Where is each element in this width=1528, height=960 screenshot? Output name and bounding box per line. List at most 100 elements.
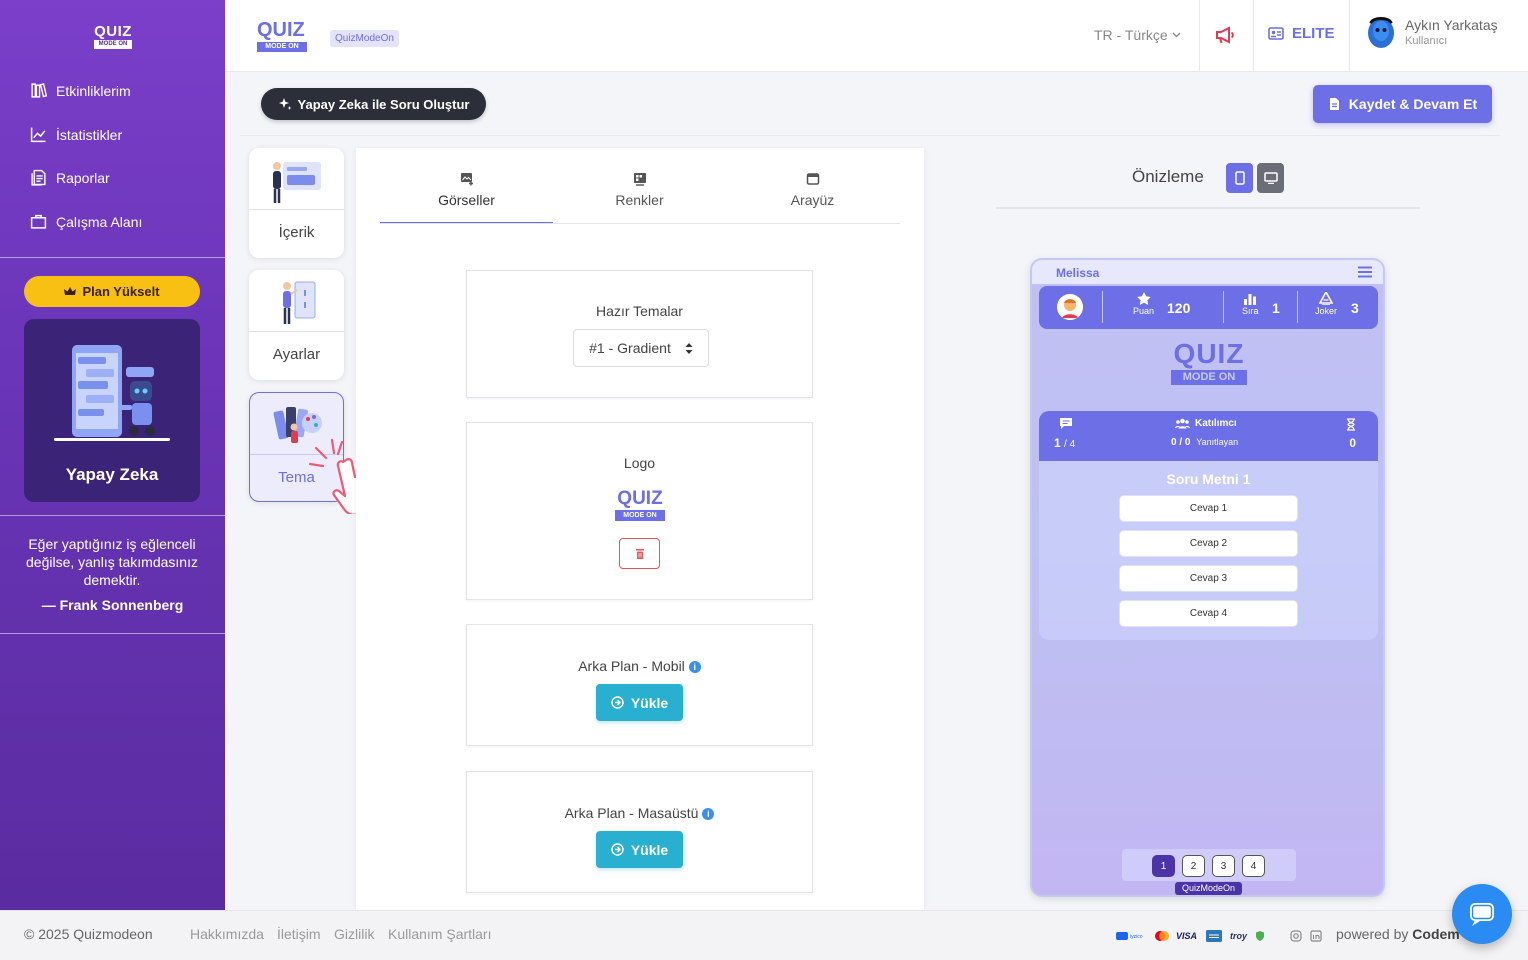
iyzico-label: iyzico	[1130, 934, 1143, 940]
tab-renkler[interactable]: Renkler	[553, 172, 726, 224]
upload-mobile-bg-label: Yükle	[630, 694, 669, 711]
info-icon[interactable]: i	[688, 661, 701, 674]
powered-prefix: powered by	[1336, 926, 1409, 942]
shield-check-icon	[1256, 931, 1264, 941]
plan-upgrade-button[interactable]: Plan Yükselt	[24, 276, 200, 307]
tab-icerik[interactable]: İçerik	[249, 148, 344, 258]
iyzico-payment-icon: iyzico	[1116, 932, 1143, 940]
question-card: 1 / 4 Katılımcı 0 / 0 Yanıtlayan 0 Soru …	[1039, 411, 1378, 640]
content-divider	[240, 135, 1500, 136]
topbar-divider	[1199, 0, 1200, 72]
stats-divider	[1297, 291, 1298, 323]
crown-icon	[64, 286, 77, 295]
desktop-preview-button[interactable]	[1257, 163, 1284, 193]
chat-launcher-button[interactable]	[1452, 884, 1512, 944]
tab-gorseller[interactable]: Görseller	[380, 172, 553, 224]
user-role: Kullanıcı	[1405, 34, 1448, 47]
upload-mobile-bg-button[interactable]: Yükle	[596, 684, 683, 721]
footer-link-hakkimizda[interactable]: Hakkımızda	[190, 926, 264, 942]
theme-select-value: #1 - Gradient	[589, 340, 671, 356]
sidebar-item-etkinliklerim[interactable]: Etkinliklerim	[30, 82, 131, 99]
preview-player-name: Melissa	[1056, 266, 1100, 280]
stats-divider	[1223, 291, 1224, 323]
footer-link-iletisim[interactable]: İletişim	[277, 926, 321, 942]
language-select[interactable]: TR - Türkçe	[1094, 27, 1181, 43]
linkedin-icon[interactable]	[1310, 930, 1322, 942]
logo-mode-on-text: MODE ON	[1171, 370, 1247, 385]
answer-option[interactable]: Cevap 1	[1119, 495, 1298, 522]
page-button[interactable]: 2	[1182, 855, 1205, 877]
message-icon	[1060, 418, 1072, 429]
mobile-icon	[1234, 171, 1245, 185]
sidebar-item-label: Raporlar	[56, 169, 110, 186]
ai-promo-card[interactable]: Yapay Zeka	[24, 319, 200, 502]
mobile-preview-button[interactable]	[1226, 163, 1253, 193]
chat-bubble-icon	[1470, 903, 1494, 926]
bg-mobile-title-row: Arka Plan - Mobil i	[467, 658, 812, 674]
instagram-icon[interactable]	[1290, 930, 1302, 942]
question-current: 1	[1054, 436, 1061, 450]
sidebar-item-istatistikler[interactable]: İstatistikler	[30, 126, 122, 143]
editor-panel: Görseller Renkler Arayüz Hazır Temalar #…	[356, 148, 924, 910]
topbar-logo[interactable]: QUIZ MODE ON	[257, 20, 307, 54]
sidebar-logo[interactable]: QUIZ MODE ON	[94, 24, 132, 50]
upload-circle-icon	[611, 696, 624, 709]
save-continue-button[interactable]: Kaydet & Devam Et	[1313, 85, 1492, 123]
powered-brand[interactable]: Codem	[1412, 926, 1459, 942]
upload-desktop-bg-label: Yükle	[630, 841, 669, 858]
announcement-button[interactable]	[1215, 26, 1235, 44]
preview-stats-bar: Puan 120 Sıra 1 Joker 3	[1039, 286, 1378, 329]
answer-option[interactable]: Cevap 4	[1119, 600, 1298, 627]
sidebar-item-calisma-alani[interactable]: Çalışma Alanı	[30, 213, 142, 230]
footer-link-gizlilik[interactable]: Gizlilik	[334, 926, 374, 942]
tab-separator	[249, 209, 344, 210]
books-icon	[31, 83, 47, 98]
stat-value: 1	[1272, 300, 1280, 316]
user-menu[interactable]: Aykın Yarkataş Kullanıcı	[1367, 15, 1498, 48]
sidebar-divider	[0, 257, 225, 258]
player-avatar	[1057, 294, 1083, 320]
tab-arayuz[interactable]: Arayüz	[726, 172, 899, 224]
upload-desktop-bg-button[interactable]: Yükle	[596, 831, 683, 868]
answered-row: 0 / 0 Yanıtlayan	[1171, 437, 1238, 448]
stat-value: 120	[1167, 300, 1191, 316]
theme-select[interactable]: #1 - Gradient	[573, 329, 709, 367]
logo-quiz-text: QUIZ	[257, 19, 305, 41]
page-button[interactable]: 4	[1242, 855, 1265, 877]
chart-line-icon	[30, 127, 46, 143]
user-name: Aykın Yarkataş	[1405, 16, 1498, 33]
preview-divider	[996, 207, 1420, 209]
answer-option[interactable]: Cevap 2	[1119, 530, 1298, 557]
visa-logo: VISA	[1176, 931, 1198, 941]
plan-badge[interactable]: ELITE	[1268, 25, 1335, 42]
logo-preview: QUIZ MODE ON	[615, 489, 665, 521]
page-button[interactable]: 1	[1152, 855, 1175, 877]
image-add-icon	[460, 173, 473, 186]
page-button[interactable]: 3	[1212, 855, 1235, 877]
document-save-icon	[1329, 98, 1339, 110]
desktop-icon	[1263, 172, 1278, 184]
delete-logo-button[interactable]	[619, 538, 660, 569]
timer-value: 0	[1349, 436, 1356, 450]
stat-label: Sıra	[1242, 306, 1259, 316]
mastercard-logo	[1154, 930, 1170, 942]
question-header: 1 / 4 Katılımcı 0 / 0 Yanıtlayan 0	[1039, 411, 1378, 461]
themes-title: Hazır Temalar	[596, 303, 683, 319]
question-pager: 1 2 3 4	[1122, 849, 1296, 881]
preview-header: Melissa	[1032, 260, 1383, 284]
info-icon[interactable]: i	[702, 808, 715, 821]
copyright: © 2025 Quizmodeon	[24, 926, 153, 942]
logo-quiz-text: QUIZ	[94, 23, 132, 40]
app-badge: QuizModeOn	[330, 30, 399, 47]
palette-icon	[633, 173, 646, 186]
ai-generate-question-button[interactable]: Yapay Zeka ile Soru Oluştur	[261, 88, 486, 120]
hamburger-menu-icon[interactable]	[1357, 266, 1373, 278]
id-card-icon	[1268, 27, 1284, 40]
sidebar-item-raporlar[interactable]: Raporlar	[30, 169, 110, 186]
avatar	[1368, 17, 1394, 48]
sidebar-quote-author: — Frank Sonnenberg	[41, 597, 184, 613]
tab-ayarlar[interactable]: Ayarlar	[249, 270, 344, 380]
footer-link-kullanim-sartlari[interactable]: Kullanım Şartları	[388, 926, 491, 942]
logo-quiz-text: QUIZ	[1173, 338, 1245, 369]
answer-option[interactable]: Cevap 3	[1119, 565, 1298, 592]
